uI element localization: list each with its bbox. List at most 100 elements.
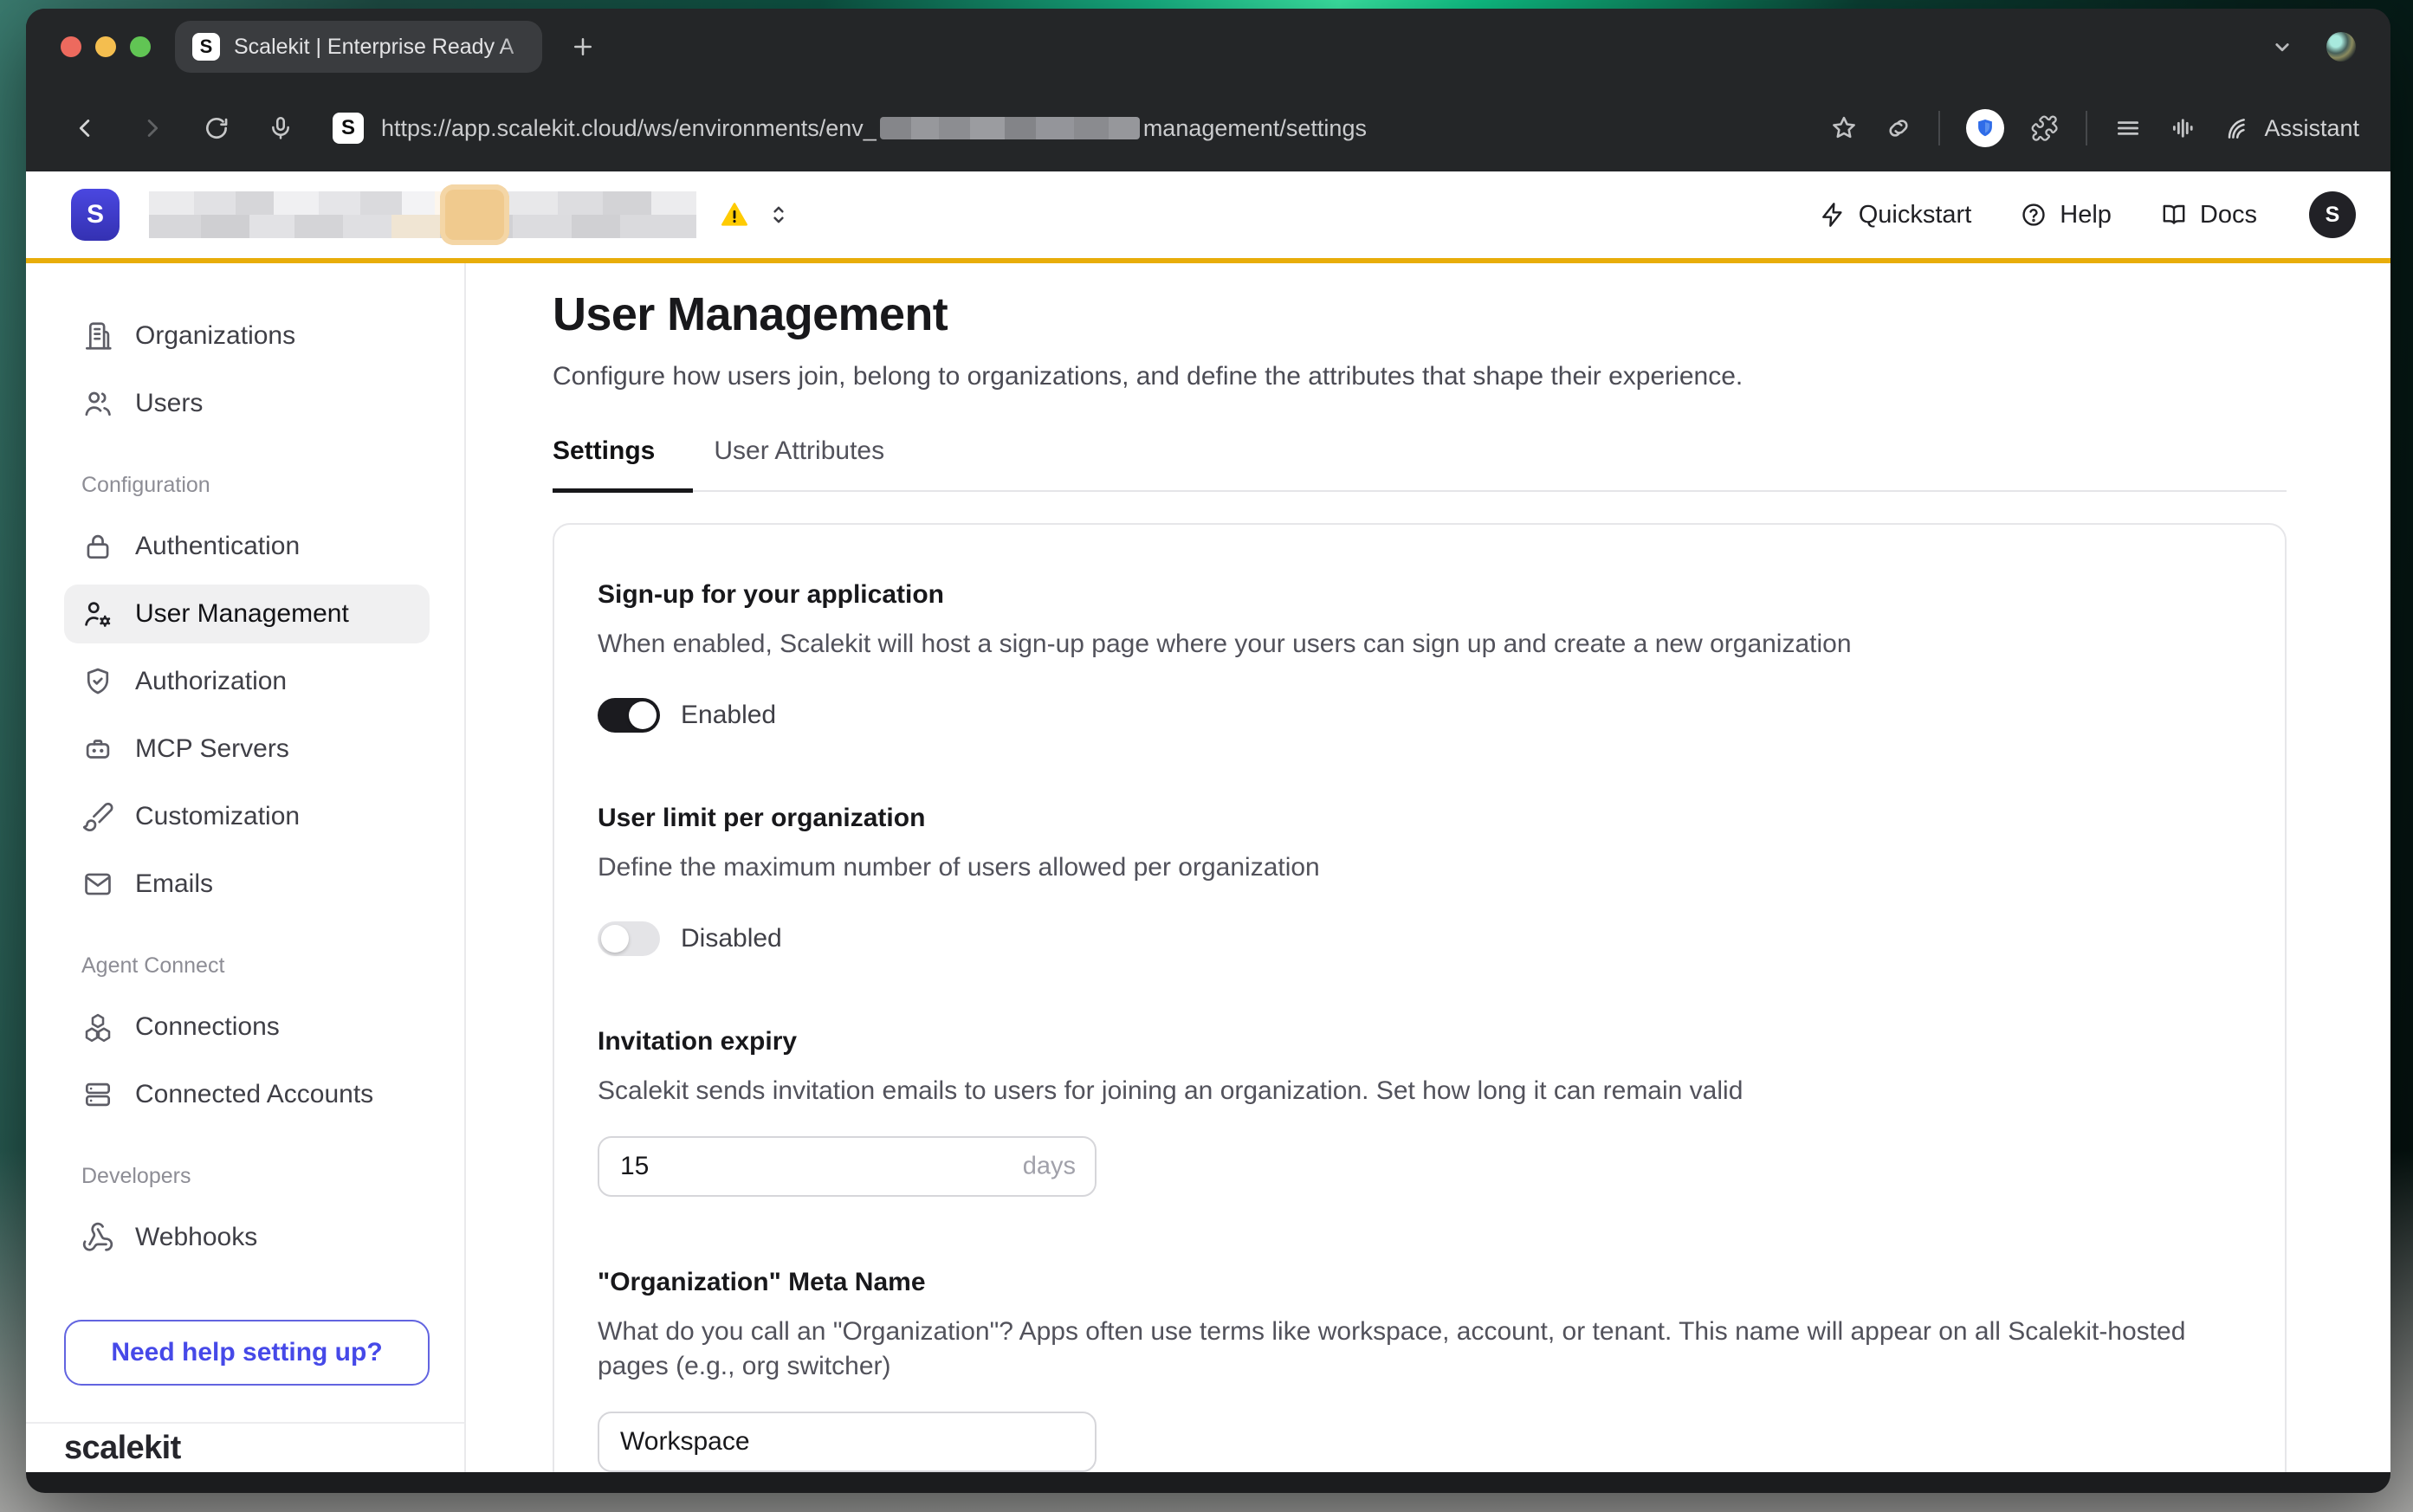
org-meta-name-input[interactable] — [598, 1412, 1097, 1472]
url-text: https://app.scalekit.cloud/ws/environmen… — [381, 115, 1367, 142]
quickstart-label: Quickstart — [1859, 201, 1972, 229]
page-subtitle: Configure how users join, belong to orga… — [553, 362, 2287, 391]
url-prefix: https://app.scalekit.cloud/ws/environmen… — [381, 115, 877, 142]
site-favicon: S — [333, 113, 364, 144]
redacted-block-row — [149, 215, 696, 238]
sidebar-item-label: Authorization — [135, 667, 287, 696]
voice-waveform-icon[interactable] — [2169, 113, 2198, 143]
browser-urlbar: S https://app.scalekit.cloud/ws/environm… — [26, 85, 2390, 171]
workspace-name-redacted[interactable] — [149, 191, 696, 238]
workspace-logo[interactable]: S — [71, 189, 120, 241]
sidebar-item-authorization[interactable]: Authorization — [64, 652, 430, 711]
user-avatar[interactable]: S — [2309, 191, 2356, 238]
user-limit-toggle[interactable] — [598, 921, 660, 956]
sidebar-item-connections[interactable]: Connections — [64, 998, 430, 1056]
zoom-window-button[interactable] — [130, 36, 151, 57]
sidebar-item-customization[interactable]: Customization — [64, 787, 430, 846]
signup-state-label: Enabled — [681, 701, 776, 730]
sidebar-item-label: MCP Servers — [135, 734, 289, 764]
address-bar[interactable]: S https://app.scalekit.cloud/ws/environm… — [333, 113, 1367, 144]
user-limit-state-label: Disabled — [681, 924, 782, 953]
sidebar-item-connected-accounts[interactable]: Connected Accounts — [64, 1065, 430, 1124]
sidebar-item-authentication[interactable]: Authentication — [64, 517, 430, 576]
browser-profile-avatar[interactable] — [2326, 32, 2356, 61]
invitation-expiry-input[interactable] — [598, 1136, 1097, 1197]
signup-section: Sign-up for your application When enable… — [598, 580, 2236, 733]
help-label: Help — [2060, 201, 2112, 229]
signup-toggle[interactable] — [598, 698, 660, 733]
desktop-wallpaper: S Scalekit | Enterprise Ready A — [0, 0, 2413, 1512]
user-limit-description: Define the maximum number of users allow… — [598, 850, 2235, 885]
close-window-button[interactable] — [61, 36, 81, 57]
back-icon[interactable] — [71, 113, 100, 143]
sidebar-section-configuration: Configuration — [81, 473, 430, 498]
forward-icon[interactable] — [137, 113, 166, 143]
invitation-expiry-description: Scalekit sends invitation emails to user… — [598, 1074, 2235, 1108]
tab-user-attributes[interactable]: User Attributes — [714, 436, 884, 490]
environment-warning-icon — [719, 199, 750, 230]
browser-titlebar: S Scalekit | Enterprise Ready A — [26, 9, 2390, 85]
sidebar-item-label: Connected Accounts — [135, 1080, 373, 1109]
sidebar-item-label: User Management — [135, 599, 349, 629]
invitation-expiry-section: Invitation expiry Scalekit sends invitat… — [598, 1027, 2236, 1197]
org-meta-name-section: "Organization" Meta Name What do you cal… — [598, 1268, 2236, 1472]
minimize-window-button[interactable] — [95, 36, 116, 57]
user-limit-title: User limit per organization — [598, 804, 2236, 833]
sidebar: Organizations Users Configuration Authen… — [26, 263, 466, 1472]
toolbar-divider — [2086, 111, 2087, 145]
extensions-puzzle-icon[interactable] — [2030, 113, 2060, 143]
window-controls — [61, 36, 151, 57]
copy-link-icon[interactable] — [1885, 114, 1912, 142]
sidebar-item-users[interactable]: Users — [64, 374, 430, 433]
org-meta-name-title: "Organization" Meta Name — [598, 1268, 2236, 1297]
sidebar-item-emails[interactable]: Emails — [64, 855, 430, 914]
sidebar-item-user-management[interactable]: User Management — [64, 585, 430, 643]
redacted-avatar-blob — [440, 184, 509, 245]
shield-check-icon — [81, 665, 114, 698]
page-title: User Management — [553, 288, 2287, 341]
org-meta-name-description: What do you call an "Organization"? Apps… — [598, 1315, 2235, 1384]
need-help-button[interactable]: Need help setting up? — [64, 1320, 430, 1386]
sidebar-footer: scalekit — [26, 1422, 464, 1472]
signup-title: Sign-up for your application — [598, 580, 2236, 610]
sidebar-item-label: Organizations — [135, 321, 295, 351]
docs-label: Docs — [2200, 201, 2257, 229]
user-gear-icon — [81, 598, 114, 630]
reading-list-icon[interactable] — [2113, 113, 2143, 143]
help-circle-icon — [2020, 201, 2047, 229]
redacted-block-row — [149, 191, 696, 215]
app-header: S Quickstart — [26, 171, 2390, 263]
quickstart-button[interactable]: Quickstart — [1819, 201, 1972, 229]
robot-icon — [81, 733, 114, 766]
lock-icon — [81, 530, 114, 563]
docs-button[interactable]: Docs — [2160, 201, 2257, 229]
book-open-icon — [2160, 201, 2188, 229]
workspace-switcher-chevrons-icon[interactable] — [766, 202, 792, 228]
assistant-button[interactable]: Assistant — [2224, 114, 2359, 142]
cubes-icon — [81, 1011, 114, 1044]
users-icon — [81, 387, 114, 420]
assistant-icon — [2224, 114, 2252, 142]
invitation-expiry-unit: days — [1023, 1153, 1076, 1181]
bookmark-star-icon[interactable] — [1829, 113, 1859, 143]
tab-settings[interactable]: Settings — [553, 436, 693, 493]
tab-title: Scalekit | Enterprise Ready A — [234, 35, 514, 60]
building-icon — [81, 320, 114, 352]
sidebar-item-mcp-servers[interactable]: MCP Servers — [64, 720, 430, 779]
reload-icon[interactable] — [203, 114, 230, 142]
sidebar-item-label: Emails — [135, 869, 213, 899]
signup-description: When enabled, Scalekit will host a sign-… — [598, 627, 2235, 662]
tab-title-fade — [497, 21, 542, 73]
browser-tab[interactable]: S Scalekit | Enterprise Ready A — [175, 21, 542, 73]
sidebar-item-webhooks[interactable]: Webhooks — [64, 1208, 430, 1267]
mail-icon — [81, 868, 114, 901]
invitation-expiry-title: Invitation expiry — [598, 1027, 2236, 1056]
chevron-down-icon[interactable] — [2269, 34, 2295, 60]
toggle-knob — [601, 925, 629, 953]
bitwarden-extension-icon[interactable] — [1966, 109, 2004, 147]
scalekit-wordmark: scalekit — [64, 1430, 181, 1467]
sidebar-item-organizations[interactable]: Organizations — [64, 307, 430, 365]
microphone-icon[interactable] — [267, 114, 294, 142]
help-button[interactable]: Help — [2020, 201, 2112, 229]
new-tab-button[interactable] — [570, 34, 596, 60]
